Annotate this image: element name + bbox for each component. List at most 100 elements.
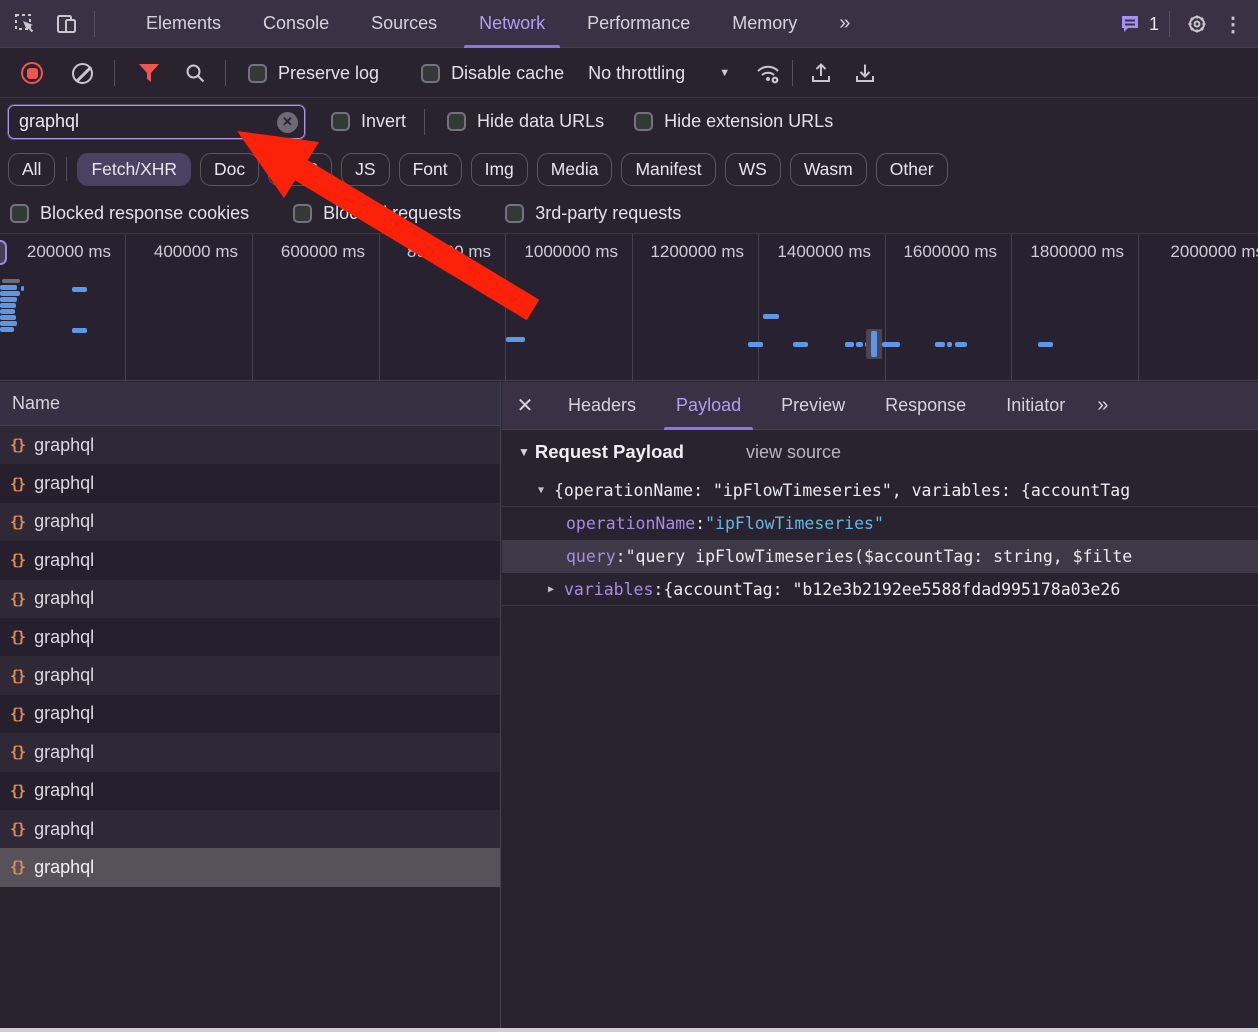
waterfall-bar[interactable] [763, 314, 779, 319]
chip-manifest[interactable]: Manifest [621, 153, 715, 186]
table-row[interactable]: {}graphql [0, 541, 500, 579]
tab-performance[interactable]: Performance [566, 0, 711, 48]
tab-response[interactable]: Response [865, 382, 986, 430]
payload-summary-row[interactable]: ▼ {operationName: "ipFlowTimeseries", va… [502, 474, 1258, 507]
table-row[interactable]: {}graphql [0, 772, 500, 810]
waterfall-bar[interactable] [72, 328, 87, 333]
table-row[interactable]: {}graphql [0, 656, 500, 694]
waterfall-bar[interactable] [72, 287, 87, 292]
tab-memory[interactable]: Memory [711, 0, 818, 48]
tab-payload[interactable]: Payload [656, 382, 761, 430]
payload-row-variables[interactable]: ▶ variables: {accountTag: "b12e3b2192ee5… [502, 573, 1258, 606]
more-detail-tabs-chevron-icon[interactable]: » [1085, 394, 1118, 417]
chip-img[interactable]: Img [471, 153, 528, 186]
chip-media[interactable]: Media [537, 153, 613, 186]
waterfall-bar[interactable] [935, 342, 945, 347]
hide-data-urls-checkbox[interactable]: Hide data URLs [447, 111, 604, 132]
checkbox-box[interactable] [10, 204, 29, 223]
close-details-icon[interactable]: ✕ [502, 393, 548, 418]
network-conditions-icon[interactable] [752, 57, 784, 89]
disable-cache-checkbox[interactable]: Disable cache [421, 63, 564, 84]
waterfall-bar[interactable] [506, 337, 525, 342]
waterfall-bar[interactable] [871, 331, 877, 357]
tab-sources[interactable]: Sources [350, 0, 458, 48]
checkbox-box[interactable] [634, 112, 653, 131]
waterfall-bar[interactable] [0, 285, 17, 290]
waterfall-bar[interactable] [856, 342, 863, 347]
table-row[interactable]: {}graphql [0, 464, 500, 502]
table-row[interactable]: {}graphql [0, 503, 500, 541]
filter-input[interactable] [8, 105, 305, 139]
table-row[interactable]: {}graphql [0, 733, 500, 771]
tab-elements[interactable]: Elements [125, 0, 242, 48]
waterfall-bar[interactable] [0, 297, 17, 302]
search-icon[interactable] [179, 57, 211, 89]
collapse-triangle-icon[interactable]: ▼ [538, 485, 554, 496]
kebab-menu-icon[interactable]: ⋮ [1216, 7, 1250, 41]
record-network-log-button[interactable] [16, 57, 48, 89]
waterfall-bar[interactable] [21, 286, 24, 291]
view-source-link[interactable]: view source [746, 442, 841, 463]
table-row[interactable]: {}graphql [0, 580, 500, 618]
name-column-header[interactable]: Name [0, 382, 500, 426]
import-har-icon[interactable] [805, 57, 837, 89]
waterfall-bar[interactable] [748, 342, 763, 347]
chip-all[interactable]: All [8, 153, 55, 186]
table-row-selected[interactable]: {}graphql [0, 848, 500, 886]
checkbox-box[interactable] [505, 204, 524, 223]
waterfall-bar[interactable] [0, 303, 16, 308]
timeline-resize-handle[interactable] [0, 240, 7, 265]
waterfall-bar[interactable] [0, 315, 16, 320]
table-row[interactable]: {}graphql [0, 618, 500, 656]
waterfall-bar[interactable] [0, 309, 15, 314]
tab-headers[interactable]: Headers [548, 382, 656, 430]
blocked-response-cookies-checkbox[interactable]: Blocked response cookies [10, 203, 249, 224]
filter-funnel-icon[interactable] [133, 57, 165, 89]
chip-fetch-xhr[interactable]: Fetch/XHR [77, 153, 191, 186]
waterfall-bar[interactable] [882, 342, 900, 347]
checkbox-box[interactable] [293, 204, 312, 223]
third-party-requests-checkbox[interactable]: 3rd-party requests [505, 203, 681, 224]
waterfall-bar[interactable] [947, 342, 952, 347]
inspect-element-icon[interactable] [8, 7, 42, 41]
tab-console[interactable]: Console [242, 0, 350, 48]
checkbox-box[interactable] [248, 64, 267, 83]
hide-extension-urls-checkbox[interactable]: Hide extension URLs [634, 111, 833, 132]
chip-ws[interactable]: WS [725, 153, 781, 186]
collapse-triangle-icon[interactable]: ▼ [518, 445, 530, 459]
waterfall-bar[interactable] [845, 342, 854, 347]
payload-row-operation-name[interactable]: operationName: "ipFlowTimeseries" [502, 507, 1258, 540]
payload-row-query[interactable]: query: "query ipFlowTimeseries($accountT… [502, 540, 1258, 573]
issues-message-icon[interactable] [1118, 7, 1142, 41]
network-overview-timeline[interactable]: 200000 ms 400000 ms 600000 ms 800000 ms … [0, 233, 1258, 381]
clear-filter-icon[interactable]: ✕ [277, 112, 298, 133]
tab-preview[interactable]: Preview [761, 382, 865, 430]
table-row[interactable]: {}graphql [0, 695, 500, 733]
preserve-log-checkbox[interactable]: Preserve log [248, 63, 379, 84]
blocked-requests-checkbox[interactable]: Blocked requests [293, 203, 461, 224]
chip-other[interactable]: Other [876, 153, 948, 186]
more-tabs-chevron-icon[interactable]: » [818, 0, 869, 48]
chip-doc[interactable]: Doc [200, 153, 259, 186]
tab-network[interactable]: Network [458, 0, 566, 48]
chip-js[interactable]: JS [341, 153, 389, 186]
chip-wasm[interactable]: Wasm [790, 153, 867, 186]
waterfall-bar[interactable] [0, 327, 14, 332]
chip-font[interactable]: Font [399, 153, 462, 186]
table-row[interactable]: {}graphql [0, 810, 500, 848]
tab-initiator[interactable]: Initiator [986, 382, 1085, 430]
checkbox-box[interactable] [447, 112, 466, 131]
waterfall-bar[interactable] [1038, 342, 1053, 347]
table-row[interactable]: {}graphql [0, 426, 500, 464]
waterfall-bar[interactable] [2, 279, 20, 283]
chip-css[interactable]: CSS [268, 153, 332, 186]
throttling-dropdown[interactable]: No throttling ▼ [588, 63, 730, 84]
invert-checkbox[interactable]: Invert [331, 111, 406, 132]
waterfall-bar[interactable] [0, 291, 20, 296]
export-har-icon[interactable] [849, 57, 881, 89]
waterfall-bar[interactable] [793, 342, 808, 347]
device-toolbar-icon[interactable] [50, 7, 84, 41]
clear-network-log-button[interactable] [66, 57, 98, 89]
checkbox-box[interactable] [331, 112, 350, 131]
waterfall-bar[interactable] [955, 342, 967, 347]
